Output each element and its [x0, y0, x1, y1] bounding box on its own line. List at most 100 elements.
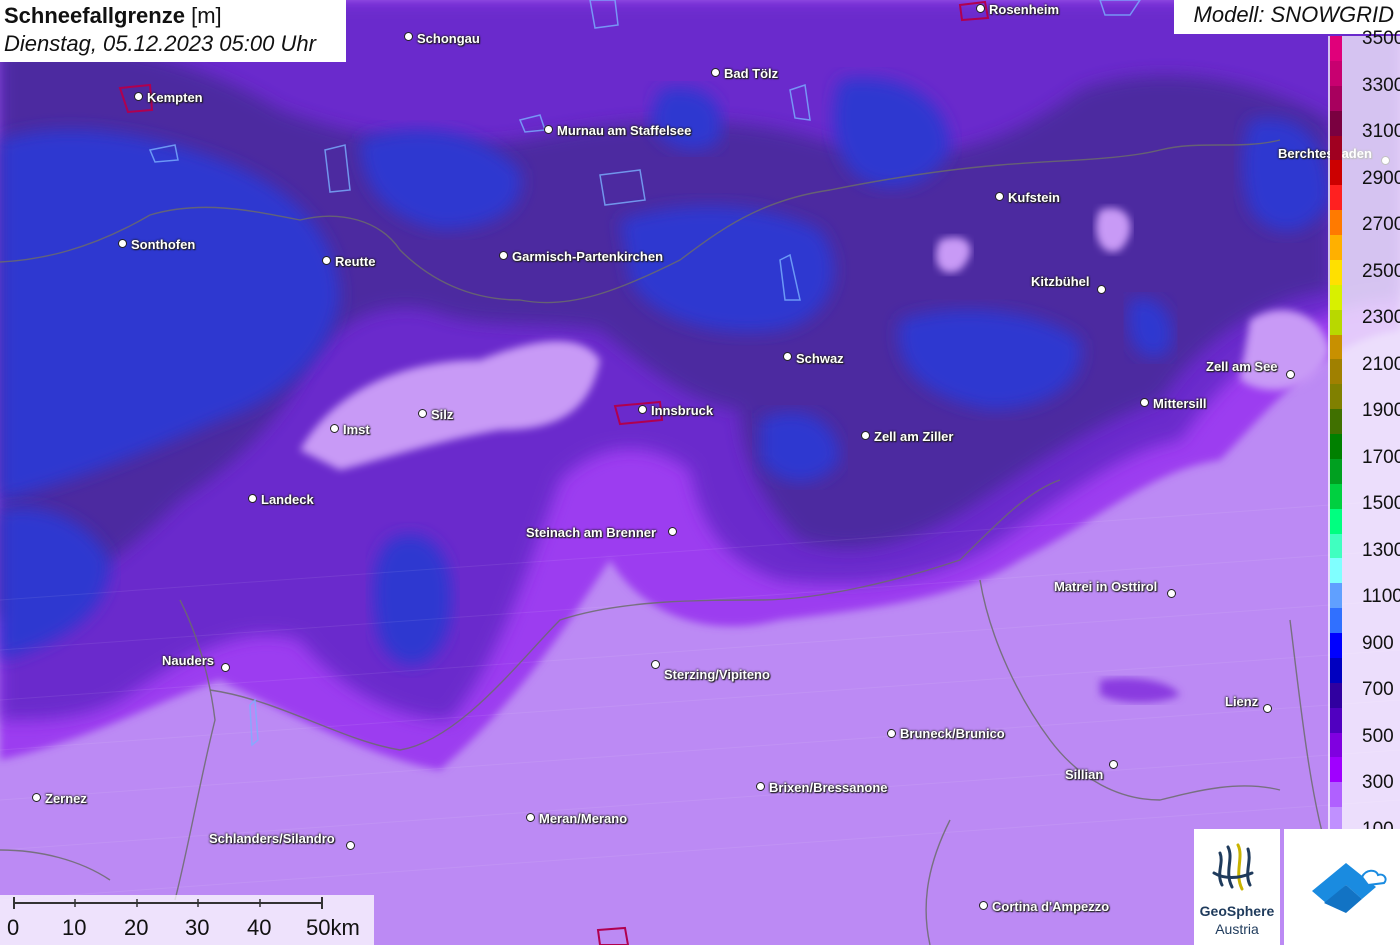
city-marker — [1263, 704, 1272, 713]
city-label-sterzing: Sterzing/Vipiteno — [664, 667, 770, 682]
city-marker — [711, 68, 720, 77]
legend-label: 1100 — [1362, 586, 1400, 608]
city-label-garmisch: Garmisch-Partenkirchen — [512, 249, 664, 264]
city-marker — [976, 4, 985, 13]
legend-color-step — [1330, 135, 1342, 161]
city-label-kufstein: Kufstein — [1008, 190, 1060, 205]
legend-color-step — [1330, 309, 1342, 335]
city-label-schlanders: Schlanders/Silandro — [209, 831, 335, 846]
city-label-sonthofen: Sonthofen — [131, 237, 196, 252]
city-label-murnau: Murnau am Staffelsee — [557, 123, 692, 138]
city-label-zernez: Zernez — [45, 791, 87, 806]
legend-color-step — [1330, 732, 1342, 758]
city-label-bad-toelz: Bad Tölz — [724, 66, 779, 81]
legend-label: 2100 — [1362, 353, 1400, 375]
legend-color-step — [1330, 608, 1342, 634]
city-marker — [668, 527, 677, 536]
city-label-bruneck: Bruneck/Brunico — [900, 726, 1005, 741]
legend-color-step — [1330, 458, 1342, 485]
legend-color-step — [1330, 259, 1342, 286]
legend-color-step — [1330, 359, 1342, 385]
legend-label: 1300 — [1362, 539, 1400, 561]
scale-label-20: 20 — [124, 915, 149, 940]
city-marker — [1140, 398, 1149, 407]
scale-label-50km: 50km — [306, 915, 360, 940]
city-label-lienz: Lienz — [1225, 694, 1259, 709]
geosphere-icon — [1212, 843, 1254, 891]
city-label-innsbruck: Innsbruck — [651, 403, 714, 418]
snowgrid-logo — [1284, 829, 1400, 945]
city-label-landeck: Landeck — [261, 492, 314, 507]
city-label-meran: Meran/Merano — [539, 811, 628, 826]
geosphere-logo: GeoSphere Austria — [1194, 829, 1280, 945]
city-marker — [248, 494, 257, 503]
city-marker — [638, 405, 647, 414]
city-label-sillian: Sillian — [1065, 767, 1104, 782]
scale-label-30: 30 — [185, 915, 210, 940]
legend-color-step — [1330, 185, 1342, 211]
legend-color-step — [1330, 160, 1342, 186]
city-label-schwaz: Schwaz — [796, 351, 844, 366]
city-marker — [1109, 760, 1118, 769]
legend-color-step — [1330, 533, 1342, 559]
city-marker — [783, 352, 792, 361]
legend-label: 2700 — [1362, 214, 1400, 236]
legend-color-step — [1330, 657, 1342, 684]
city-label-zell-am-ziller: Zell am Ziller — [874, 429, 954, 444]
legend-color-step — [1330, 235, 1342, 261]
map-title-box: Schneefallgrenze [m] Dienstag, 05.12.202… — [0, 0, 346, 62]
city-marker — [1286, 370, 1295, 379]
legend-colorbar — [1330, 36, 1342, 833]
city-marker — [756, 782, 765, 791]
legend-color-step — [1330, 483, 1342, 510]
map-datetime: Dienstag, 05.12.2023 05:00 Uhr — [4, 31, 316, 56]
scale-label-0: 0 — [7, 915, 20, 940]
city-label-brixen: Brixen/Bressanone — [769, 780, 888, 795]
map-title-unit: [m] — [191, 3, 222, 28]
legend-label: 500 — [1362, 725, 1394, 747]
legend-color-step — [1330, 583, 1342, 609]
legend-label: 3100 — [1362, 121, 1400, 143]
city-marker — [346, 841, 355, 850]
city-marker — [221, 663, 230, 672]
legend-color-step — [1330, 682, 1342, 709]
city-marker — [499, 251, 508, 260]
city-marker — [134, 92, 143, 101]
city-marker — [1167, 589, 1176, 598]
map-title-text: Schneefallgrenze — [4, 3, 185, 28]
legend-label: 2300 — [1362, 307, 1400, 329]
city-marker — [979, 901, 988, 910]
legend-label: 700 — [1362, 679, 1394, 701]
city-marker — [418, 409, 427, 418]
legend-label: 1700 — [1362, 446, 1400, 468]
snow-cloud-icon — [1312, 863, 1387, 913]
geosphere-logo-subtext: Austria — [1215, 921, 1259, 937]
city-label-mittersill: Mittersill — [1153, 396, 1207, 411]
city-marker — [322, 256, 331, 265]
city-label-zell-am-see: Zell am See — [1206, 359, 1278, 374]
legend-color-step — [1330, 284, 1342, 311]
legend-color-step — [1330, 434, 1342, 460]
city-label-imst: Imst — [343, 422, 370, 437]
city-marker — [544, 125, 553, 134]
legend-color-step — [1330, 757, 1342, 783]
legend-color-step — [1330, 409, 1342, 435]
legend-color-step — [1330, 60, 1342, 87]
legend-color-step — [1330, 633, 1342, 659]
city-label-rosenheim: Rosenheim — [989, 2, 1060, 17]
legend-label: 900 — [1362, 632, 1394, 654]
scale-bar: 0 10 20 30 40 50km — [0, 895, 374, 945]
city-marker — [118, 239, 127, 248]
city-marker — [861, 431, 870, 440]
color-legend: 3500 3300 3100 2900 2700 2500 2300 2100 1900 1700… — [1328, 28, 1400, 840]
city-label-kempten: Kempten — [147, 90, 203, 105]
city-marker — [887, 729, 896, 738]
city-marker — [1097, 285, 1106, 294]
legend-color-step — [1330, 334, 1342, 360]
city-marker — [995, 192, 1004, 201]
legend-color-step — [1330, 85, 1342, 112]
city-label-silz: Silz — [431, 407, 454, 422]
snowfall-limit-map — [0, 0, 1400, 945]
legend-color-step — [1330, 36, 1342, 62]
legend-color-step — [1330, 210, 1342, 236]
